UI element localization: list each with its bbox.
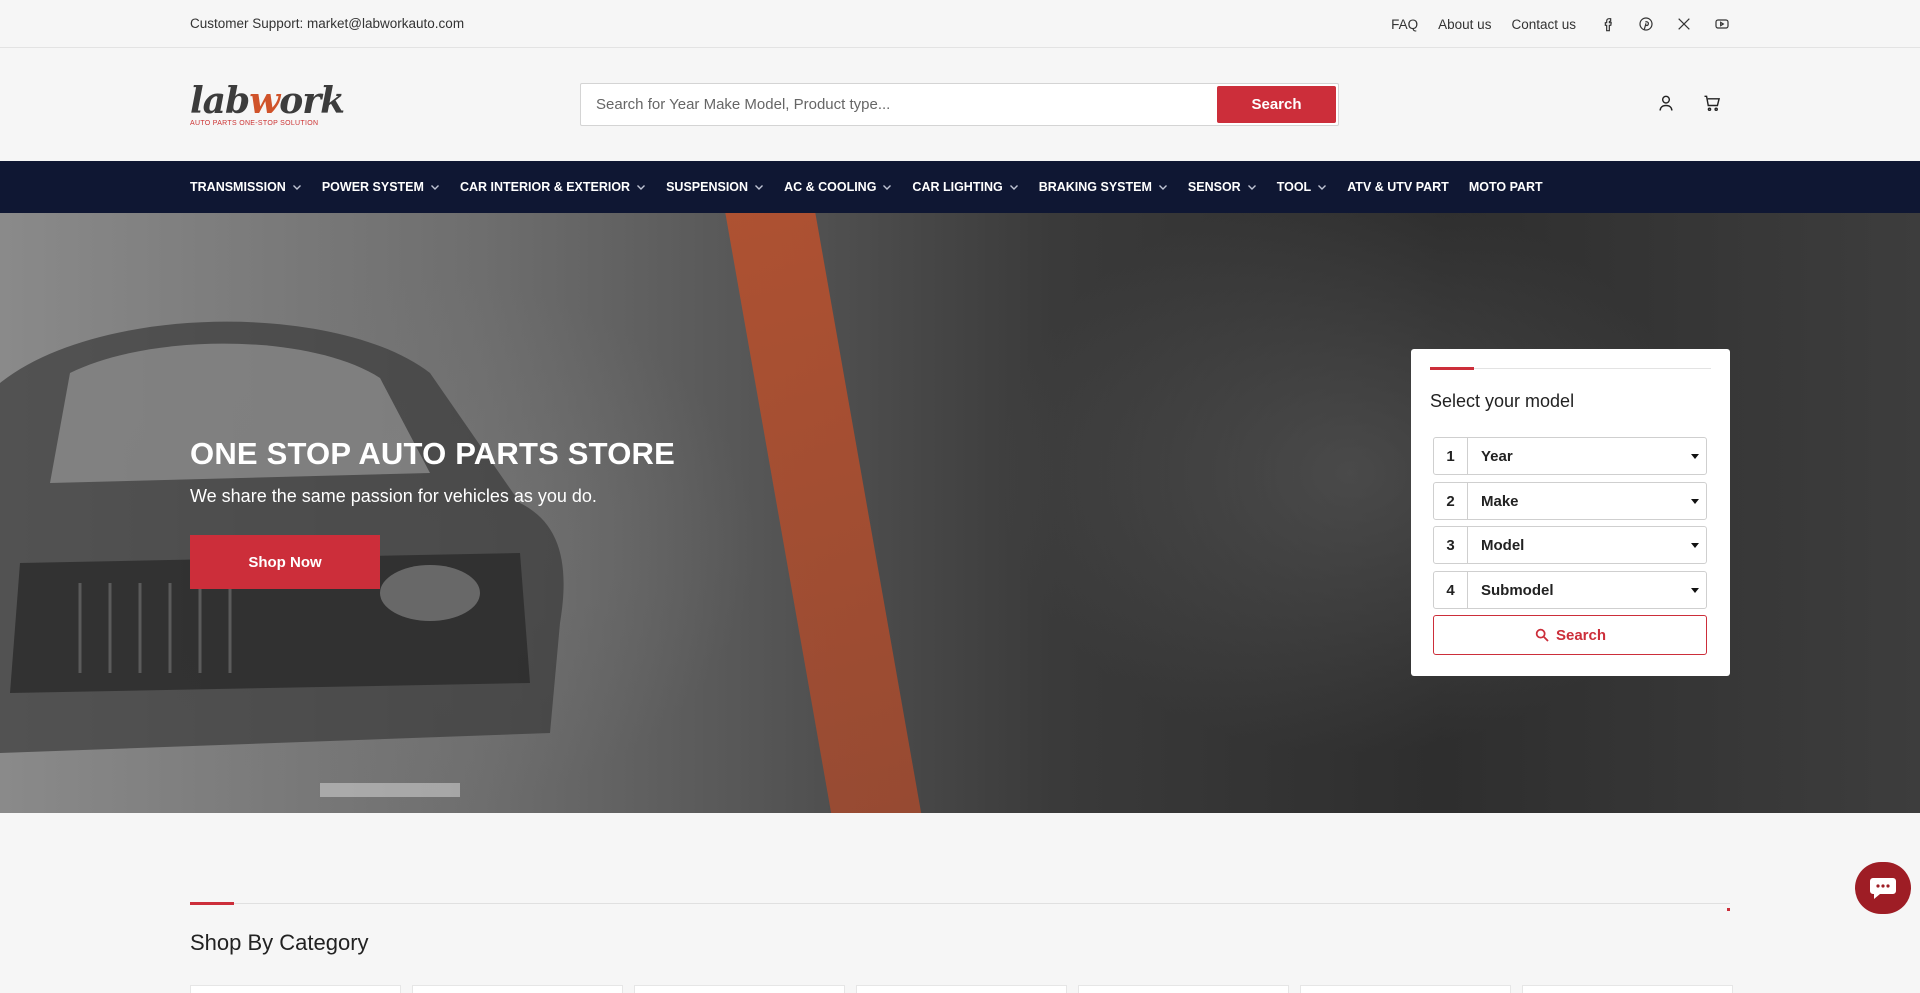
youtube-icon[interactable] xyxy=(1714,16,1730,32)
chevron-down-icon xyxy=(755,185,764,190)
main-header: labwork AUTO PARTS ONE-STOP SOLUTION Sea… xyxy=(0,49,1920,161)
cart-icon[interactable] xyxy=(1702,93,1722,113)
submodel-select[interactable]: 4 Submodel xyxy=(1433,571,1707,609)
model-search-label: Search xyxy=(1555,626,1607,644)
model-selector-title: Select your model xyxy=(1430,391,1575,411)
top-bar: Customer Support: market@labworkauto.com… xyxy=(0,0,1920,48)
panel-divider-accent xyxy=(1430,367,1474,370)
model-search-button[interactable]: Search xyxy=(1433,615,1707,655)
pinterest-icon[interactable] xyxy=(1638,16,1654,32)
logo-tagline: AUTO PARTS ONE-STOP SOLUTION xyxy=(190,120,319,127)
search-icon xyxy=(1535,628,1549,642)
facebook-icon[interactable] xyxy=(1600,16,1616,32)
nav-item-tool[interactable]: TOOL xyxy=(1277,180,1328,194)
faq-link[interactable]: FAQ xyxy=(1391,17,1418,32)
select-value: Make xyxy=(1481,492,1519,510)
search-button[interactable]: Search xyxy=(1217,86,1336,123)
nav-item-moto-part[interactable]: MOTO PART xyxy=(1469,180,1543,194)
chevron-down-icon xyxy=(883,185,892,190)
nav-item-label: POWER SYSTEM xyxy=(321,180,424,194)
model-selector-panel: Select your model 1 Year 2 Make 3 Model … xyxy=(1411,349,1730,676)
top-links: FAQ About us Contact us xyxy=(1391,0,1730,48)
shop-now-button[interactable]: Shop Now xyxy=(190,535,380,589)
category-card[interactable] xyxy=(190,985,401,993)
about-us-link[interactable]: About us xyxy=(1438,17,1491,32)
step-number: 4 xyxy=(1434,572,1468,608)
nav-item-atv-utv-part[interactable]: ATV & UTV PART xyxy=(1347,180,1449,194)
customer-support-text: Customer Support: market@labworkauto.com xyxy=(190,16,465,31)
chat-button[interactable] xyxy=(1855,862,1911,914)
contact-us-link[interactable]: Contact us xyxy=(1511,17,1576,32)
nav-item-label: TOOL xyxy=(1276,180,1312,194)
site-logo[interactable]: labwork AUTO PARTS ONE-STOP SOLUTION xyxy=(190,80,345,127)
search-bar: Search xyxy=(580,83,1339,126)
category-card[interactable] xyxy=(1522,985,1733,993)
nav-item-label: MOTO PART xyxy=(1468,180,1543,194)
caret-down-icon xyxy=(1684,483,1706,519)
chat-icon xyxy=(1870,878,1896,899)
social-links xyxy=(1600,16,1730,32)
category-card[interactable] xyxy=(1300,985,1511,993)
nav-item-ac-cooling[interactable]: AC & COOLING xyxy=(784,180,892,194)
logo-wordmark: labwork xyxy=(190,80,345,122)
select-value: Model xyxy=(1481,536,1525,554)
header-icons xyxy=(1656,93,1722,113)
select-value: Year xyxy=(1481,447,1513,465)
category-card[interactable] xyxy=(1078,985,1289,993)
nav-list: TRANSMISSION POWER SYSTEM CAR INTERIOR & E… xyxy=(190,161,1543,213)
chevron-down-icon xyxy=(1318,185,1327,190)
chevron-down-icon xyxy=(1158,185,1167,190)
nav-item-power-system[interactable]: POWER SYSTEM xyxy=(322,180,440,194)
category-cards xyxy=(190,985,1733,993)
category-divider-dot xyxy=(1727,908,1730,911)
nav-item-braking-system[interactable]: BRAKING SYSTEM xyxy=(1039,180,1168,194)
step-number: 1 xyxy=(1434,438,1468,474)
nav-item-label: CAR INTERIOR & EXTERIOR xyxy=(459,180,631,194)
nav-item-label: AC & COOLING xyxy=(784,180,877,194)
nav-item-label: BRAKING SYSTEM xyxy=(1038,180,1152,194)
nav-item-transmission[interactable]: TRANSMISSION xyxy=(190,180,302,194)
hero-title: ONE STOP AUTO PARTS STORE xyxy=(190,436,676,471)
category-nav: TRANSMISSION POWER SYSTEM CAR INTERIOR & E… xyxy=(0,161,1920,213)
step-number: 3 xyxy=(1434,527,1468,563)
year-select[interactable]: 1 Year xyxy=(1433,437,1707,475)
select-value: Submodel xyxy=(1481,581,1554,599)
caret-down-icon xyxy=(1684,527,1706,563)
model-select[interactable]: 3 Model xyxy=(1433,526,1707,564)
x-icon[interactable] xyxy=(1676,16,1692,32)
hero-subtitle: We share the same passion for vehicles a… xyxy=(190,486,597,506)
chevron-down-icon xyxy=(1247,185,1256,190)
step-number: 2 xyxy=(1434,483,1468,519)
account-icon[interactable] xyxy=(1656,93,1676,113)
chevron-down-icon xyxy=(637,185,646,190)
category-card[interactable] xyxy=(634,985,845,993)
chevron-down-icon xyxy=(292,185,301,190)
caret-down-icon xyxy=(1684,572,1706,608)
search-input[interactable] xyxy=(581,84,1211,125)
make-select[interactable]: 2 Make xyxy=(1433,482,1707,520)
nav-item-car-interior-exterior[interactable]: CAR INTERIOR & EXTERIOR xyxy=(460,180,646,194)
category-divider xyxy=(190,902,1730,911)
chevron-down-icon xyxy=(430,185,439,190)
panel-divider xyxy=(1430,367,1711,370)
category-card[interactable] xyxy=(856,985,1067,993)
nav-item-car-lighting[interactable]: CAR LIGHTING xyxy=(912,180,1018,194)
category-card[interactable] xyxy=(412,985,623,993)
chevron-down-icon xyxy=(1009,185,1018,190)
nav-item-label: CAR LIGHTING xyxy=(912,180,1003,194)
nav-item-label: TRANSMISSION xyxy=(190,180,286,194)
hero-accent-stripe xyxy=(721,213,929,813)
nav-item-sensor[interactable]: SENSOR xyxy=(1188,180,1257,194)
nav-item-suspension[interactable]: SUSPENSION xyxy=(666,180,764,194)
category-section-title: Shop By Category xyxy=(190,930,369,955)
category-divider-accent xyxy=(190,902,234,905)
nav-item-label: SUSPENSION xyxy=(666,180,749,194)
nav-item-label: ATV & UTV PART xyxy=(1347,180,1449,194)
caret-down-icon xyxy=(1684,438,1706,474)
nav-item-label: SENSOR xyxy=(1187,180,1241,194)
